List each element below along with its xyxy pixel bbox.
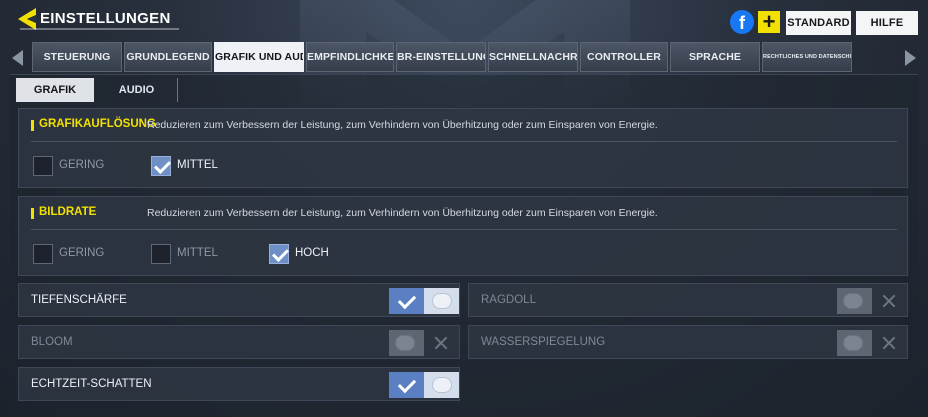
facebook-icon[interactable]: f <box>730 10 754 34</box>
section-title: BILDRATE <box>39 206 97 218</box>
close-icon <box>872 288 907 314</box>
standard-button[interactable]: STANDARD <box>786 11 851 35</box>
checkbox[interactable] <box>151 244 171 264</box>
row-label: RAGDOLL <box>481 294 536 306</box>
toggle-depth-of-field[interactable] <box>389 288 459 314</box>
close-icon <box>872 330 907 356</box>
tab-sprache[interactable]: SPRACHE <box>670 42 760 72</box>
subtab-audio[interactable]: AUDIO <box>96 78 178 102</box>
section-header: GRAFIKAUFLÖSUNG Reduzieren zum Verbesser… <box>19 109 907 142</box>
section-description: Reduzieren zum Verbessern der Leistung, … <box>147 119 658 131</box>
option-label: MITTEL <box>177 247 218 259</box>
tab-scroll-right-icon[interactable] <box>905 50 916 66</box>
tab-grafik-und-audio[interactable]: GRAFIK UND AUDIO <box>214 42 304 72</box>
tab-rechtliches[interactable]: RECHTLICHES UND DATENSCHUTZ <box>762 42 852 72</box>
section-description: Reduzieren zum Verbessern der Leistung, … <box>147 207 658 219</box>
section-accent-bar <box>31 208 34 219</box>
section-framerate: BILDRATE Reduzieren zum Verbessern der L… <box>18 196 908 276</box>
checkbox[interactable] <box>33 244 53 264</box>
tab-schnellnachricht[interactable]: SCHNELLNACHRICHT <box>488 42 578 72</box>
checkmark-icon <box>389 372 424 398</box>
option-label: GERING <box>59 247 105 259</box>
tab-controller[interactable]: CONTROLLER <box>580 42 668 72</box>
tab-empfindlichkeit[interactable]: EMPFINDLICHKEIT <box>306 42 394 72</box>
help-button[interactable]: HILFE <box>856 11 918 35</box>
toggle-knob <box>843 335 863 351</box>
toggle-realtime-shadows[interactable] <box>389 372 459 398</box>
tab-br-einstellungen[interactable]: BR-EINSTELLUNGEN <box>396 42 486 72</box>
option-label: HOCH <box>295 247 329 259</box>
checkbox-checked[interactable] <box>269 244 289 264</box>
section-accent-bar <box>31 120 34 131</box>
section-title: GRAFIKAUFLÖSUNG <box>39 118 156 130</box>
divider <box>31 141 897 142</box>
toggle-knob <box>843 293 863 309</box>
row-realtime-shadows: ECHTZEIT-SCHATTEN <box>18 367 460 401</box>
plus-icon[interactable]: + <box>758 11 780 33</box>
toggle-knob <box>395 335 415 351</box>
tab-grundlegend[interactable]: GRUNDLEGEND <box>124 42 212 72</box>
tab-steuerung[interactable]: STEUERUNG <box>32 42 122 72</box>
toggle-knob <box>432 293 452 309</box>
subtab-grafik[interactable]: GRAFIK <box>16 78 94 102</box>
close-icon <box>424 330 459 356</box>
divider <box>31 229 897 230</box>
toggle-knob <box>432 377 452 393</box>
row-label: WASSERSPIEGELUNG <box>481 336 606 348</box>
row-label: BLOOM <box>31 336 73 348</box>
section-header: BILDRATE Reduzieren zum Verbessern der L… <box>19 197 907 230</box>
checkbox-checked[interactable] <box>151 156 171 176</box>
option-label: MITTEL <box>177 159 218 171</box>
page-title: EINSTELLUNGEN <box>20 8 179 30</box>
row-ragdoll: RAGDOLL <box>468 283 908 317</box>
checkbox[interactable] <box>33 156 53 176</box>
toggle-ragdoll[interactable] <box>837 288 907 314</box>
header: EINSTELLUNGEN f + STANDARD HILFE <box>0 0 928 40</box>
checkmark-icon <box>389 288 424 314</box>
row-bloom: BLOOM <box>18 325 460 359</box>
row-label: ECHTZEIT-SCHATTEN <box>31 378 152 390</box>
option-label: GERING <box>59 159 105 171</box>
tab-scroll-left-icon[interactable] <box>12 50 23 66</box>
toggle-bloom[interactable] <box>389 330 459 356</box>
toggle-water-reflection[interactable] <box>837 330 907 356</box>
row-label: TIEFENSCHÄRFE <box>31 294 127 306</box>
row-depth-of-field: TIEFENSCHÄRFE <box>18 283 460 317</box>
row-water-reflection: WASSERSPIEGELUNG <box>468 325 908 359</box>
tab-bar: STEUERUNG GRUNDLEGEND GRAFIK UND AUDIO E… <box>0 42 928 72</box>
section-resolution: GRAFIKAUFLÖSUNG Reduzieren zum Verbesser… <box>18 108 908 188</box>
